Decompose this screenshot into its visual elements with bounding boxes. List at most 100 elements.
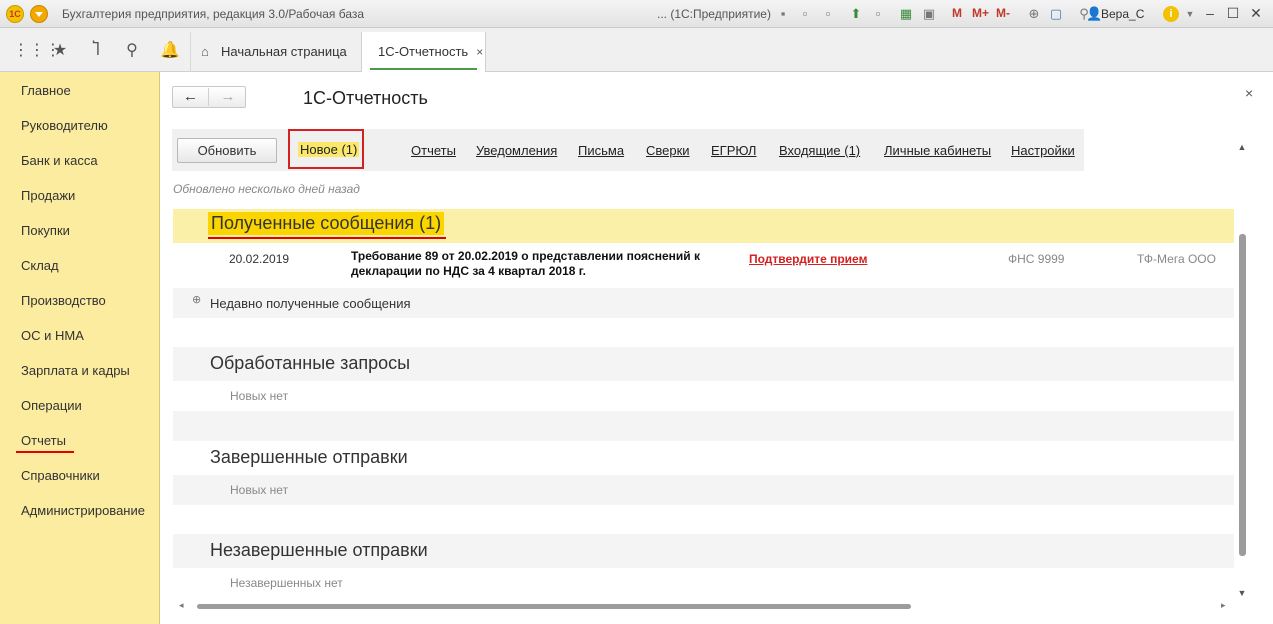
processed-empty-label: Новых нет [230,389,289,403]
expand-icon[interactable]: ⊕ [192,295,202,306]
preview-icon[interactable]: ▫ [820,6,836,22]
nav-buttons: ← → [172,86,246,108]
completed-section-title: Завершенные отправки [210,447,408,467]
received-section-title: Полученные сообщения (1) [208,212,447,239]
sidebar-item-bank[interactable]: Банк и касса [21,153,98,168]
incomplete-section-title: Незавершенные отправки [210,540,428,560]
search-icon[interactable]: ⚲ [122,41,142,61]
incomplete-empty-label: Незавершенных нет [230,576,343,590]
link-reports[interactable]: Отчеты [411,143,456,158]
tab-home-label: Начальная страница [221,44,347,59]
link-egrul[interactable]: ЕГРЮЛ [711,143,756,158]
link-reconciliations[interactable]: Сверки [646,143,690,158]
sidebar-item-payroll[interactable]: Зарплата и кадры [21,363,130,378]
zoom-icon[interactable]: ⊕ [1026,6,1042,22]
vertical-scroll-thumb[interactable] [1239,234,1246,556]
sidebar-item-admin[interactable]: Администрирование [21,503,145,518]
updated-status: Обновлено несколько дней назад [173,182,360,196]
scroll-down-icon[interactable]: ▼ [1236,588,1248,598]
scroll-up-icon[interactable]: ▲ [1236,142,1248,152]
info-icon[interactable]: i [1163,6,1179,22]
vertical-scrollbar[interactable]: ▲ ▼ [1236,142,1248,602]
favorites-icon[interactable]: ★ [50,41,70,61]
message-text[interactable]: Требование 89 от 20.02.2019 о представле… [351,249,731,279]
page-title: 1С-Отчетность [303,88,428,108]
maximize-button[interactable]: ☐ [1223,4,1243,22]
sidebar-item-main[interactable]: Главное [21,83,71,98]
completed-section-header: Завершенные отправки [173,441,1234,475]
new-messages-link[interactable]: Новое (1) [298,142,360,157]
sidebar-item-reports[interactable]: Отчеты [16,433,74,453]
main-panel: ← → 1С-Отчетность × Обновить Новое (1) О… [160,72,1273,624]
message-row[interactable]: 20.02.2019 Требование 89 от 20.02.2019 о… [173,244,1234,288]
refresh-button[interactable]: Обновить [177,138,277,163]
user-name[interactable]: Вера_С [1101,7,1144,21]
save-icon[interactable]: ▪ [775,6,791,22]
sidebar-item-directories[interactable]: Справочники [21,468,100,483]
calculator-icon[interactable]: ▦ [898,6,914,22]
chevron-down-icon[interactable]: ▼ [1182,6,1198,22]
memory-minus-button[interactable]: M- [996,6,1010,20]
message-org: ФНС 9999 [1008,252,1065,266]
link-letters[interactable]: Письма [578,143,624,158]
sidebar-item-production[interactable]: Производство [21,293,106,308]
user-icon: 👤 [1086,6,1103,21]
forward-arrow-icon[interactable]: → [210,88,246,106]
close-window-button[interactable]: ✕ [1246,4,1266,22]
sidebar-item-warehouse[interactable]: Склад [21,258,59,273]
title-bar: 1С Бухгалтерия предприятия, редакция 3.0… [0,0,1273,28]
close-tab-icon[interactable]: × [476,45,483,59]
link-settings[interactable]: Настройки [1011,143,1075,158]
notifications-icon[interactable]: 🔔 [160,41,180,61]
sidebar-item-purchases[interactable]: Покупки [21,223,70,238]
home-icon: ⌂ [201,44,209,59]
link-incoming[interactable]: Входящие (1) [779,143,860,158]
upload-icon[interactable]: ⬆ [848,6,864,22]
scroll-right-icon[interactable]: ▸ [1221,600,1226,611]
processed-section-header: Обработанные запросы [173,347,1234,381]
close-icon[interactable]: × [1245,85,1253,101]
message-company: ТФ-Мега ООО [1137,252,1216,266]
history-icon[interactable]: Ⴈ [86,41,106,61]
tab-home[interactable]: ⌂ Начальная страница [190,32,360,72]
main-menu-button[interactable] [30,5,48,23]
completed-empty-label: Новых нет [230,483,289,497]
app-mode: ... (1С:Предприятие) [657,7,771,21]
sidebar: Главное Руководителю Банк и касса Продаж… [0,72,160,624]
tab-bar: ⋮⋮⋮ ★ Ⴈ ⚲ 🔔 ⌂ Начальная страница 1С-Отчет… [0,28,1273,72]
confirm-receipt-link[interactable]: Подтвердите прием [749,252,867,266]
horizontal-scroll-thumb[interactable] [197,604,911,609]
recent-messages-row[interactable]: ⊕ Недавно полученные сообщения [173,288,1234,318]
app-logo: 1С [6,5,24,23]
tab-1c-reporting[interactable]: 1С-Отчетность × [361,32,486,72]
new-highlight-box: Новое (1) [288,129,364,169]
back-arrow-icon[interactable]: ← [173,88,209,106]
received-section-header: Полученные сообщения (1) [173,209,1234,243]
link-personal-accounts[interactable]: Личные кабинеты [884,143,991,158]
message-date: 20.02.2019 [229,252,290,266]
sidebar-item-manager[interactable]: Руководителю [21,118,108,133]
app-title: Бухгалтерия предприятия, редакция 3.0/Ра… [62,7,365,21]
incomplete-section-header: Незавершенные отправки [173,534,1234,568]
memory-plus-button[interactable]: M+ [972,6,989,20]
tab-active-label: 1С-Отчетность [378,44,469,59]
grid-menu-icon[interactable]: ⋮⋮⋮ [13,41,61,61]
recent-messages-label[interactable]: Недавно полученные сообщения [210,296,411,311]
processed-empty-row: Новых нет [173,381,1234,411]
minimize-button[interactable]: – [1200,4,1220,22]
link-notifications[interactable]: Уведомления [476,143,557,158]
spacer-row [173,411,1234,441]
scroll-left-icon[interactable]: ◂ [179,600,184,611]
command-bar: Обновить Новое (1) Отчеты Уведомления Пи… [172,129,1084,171]
sidebar-item-operations[interactable]: Операции [21,398,82,413]
sidebar-item-sales[interactable]: Продажи [21,188,75,203]
sidebar-item-assets[interactable]: ОС и НМА [21,328,84,343]
document-icon[interactable]: ▫ [870,6,886,22]
print-icon[interactable]: ▫ [797,6,813,22]
completed-empty-row: Новых нет [173,475,1234,505]
processed-section-title: Обработанные запросы [210,353,411,373]
memory-button[interactable]: M [952,6,962,20]
horizontal-scrollbar[interactable]: ◂ ▸ [173,600,1234,612]
window-icon[interactable]: ▢ [1048,6,1064,22]
calendar-icon[interactable]: ▣ [921,6,937,22]
